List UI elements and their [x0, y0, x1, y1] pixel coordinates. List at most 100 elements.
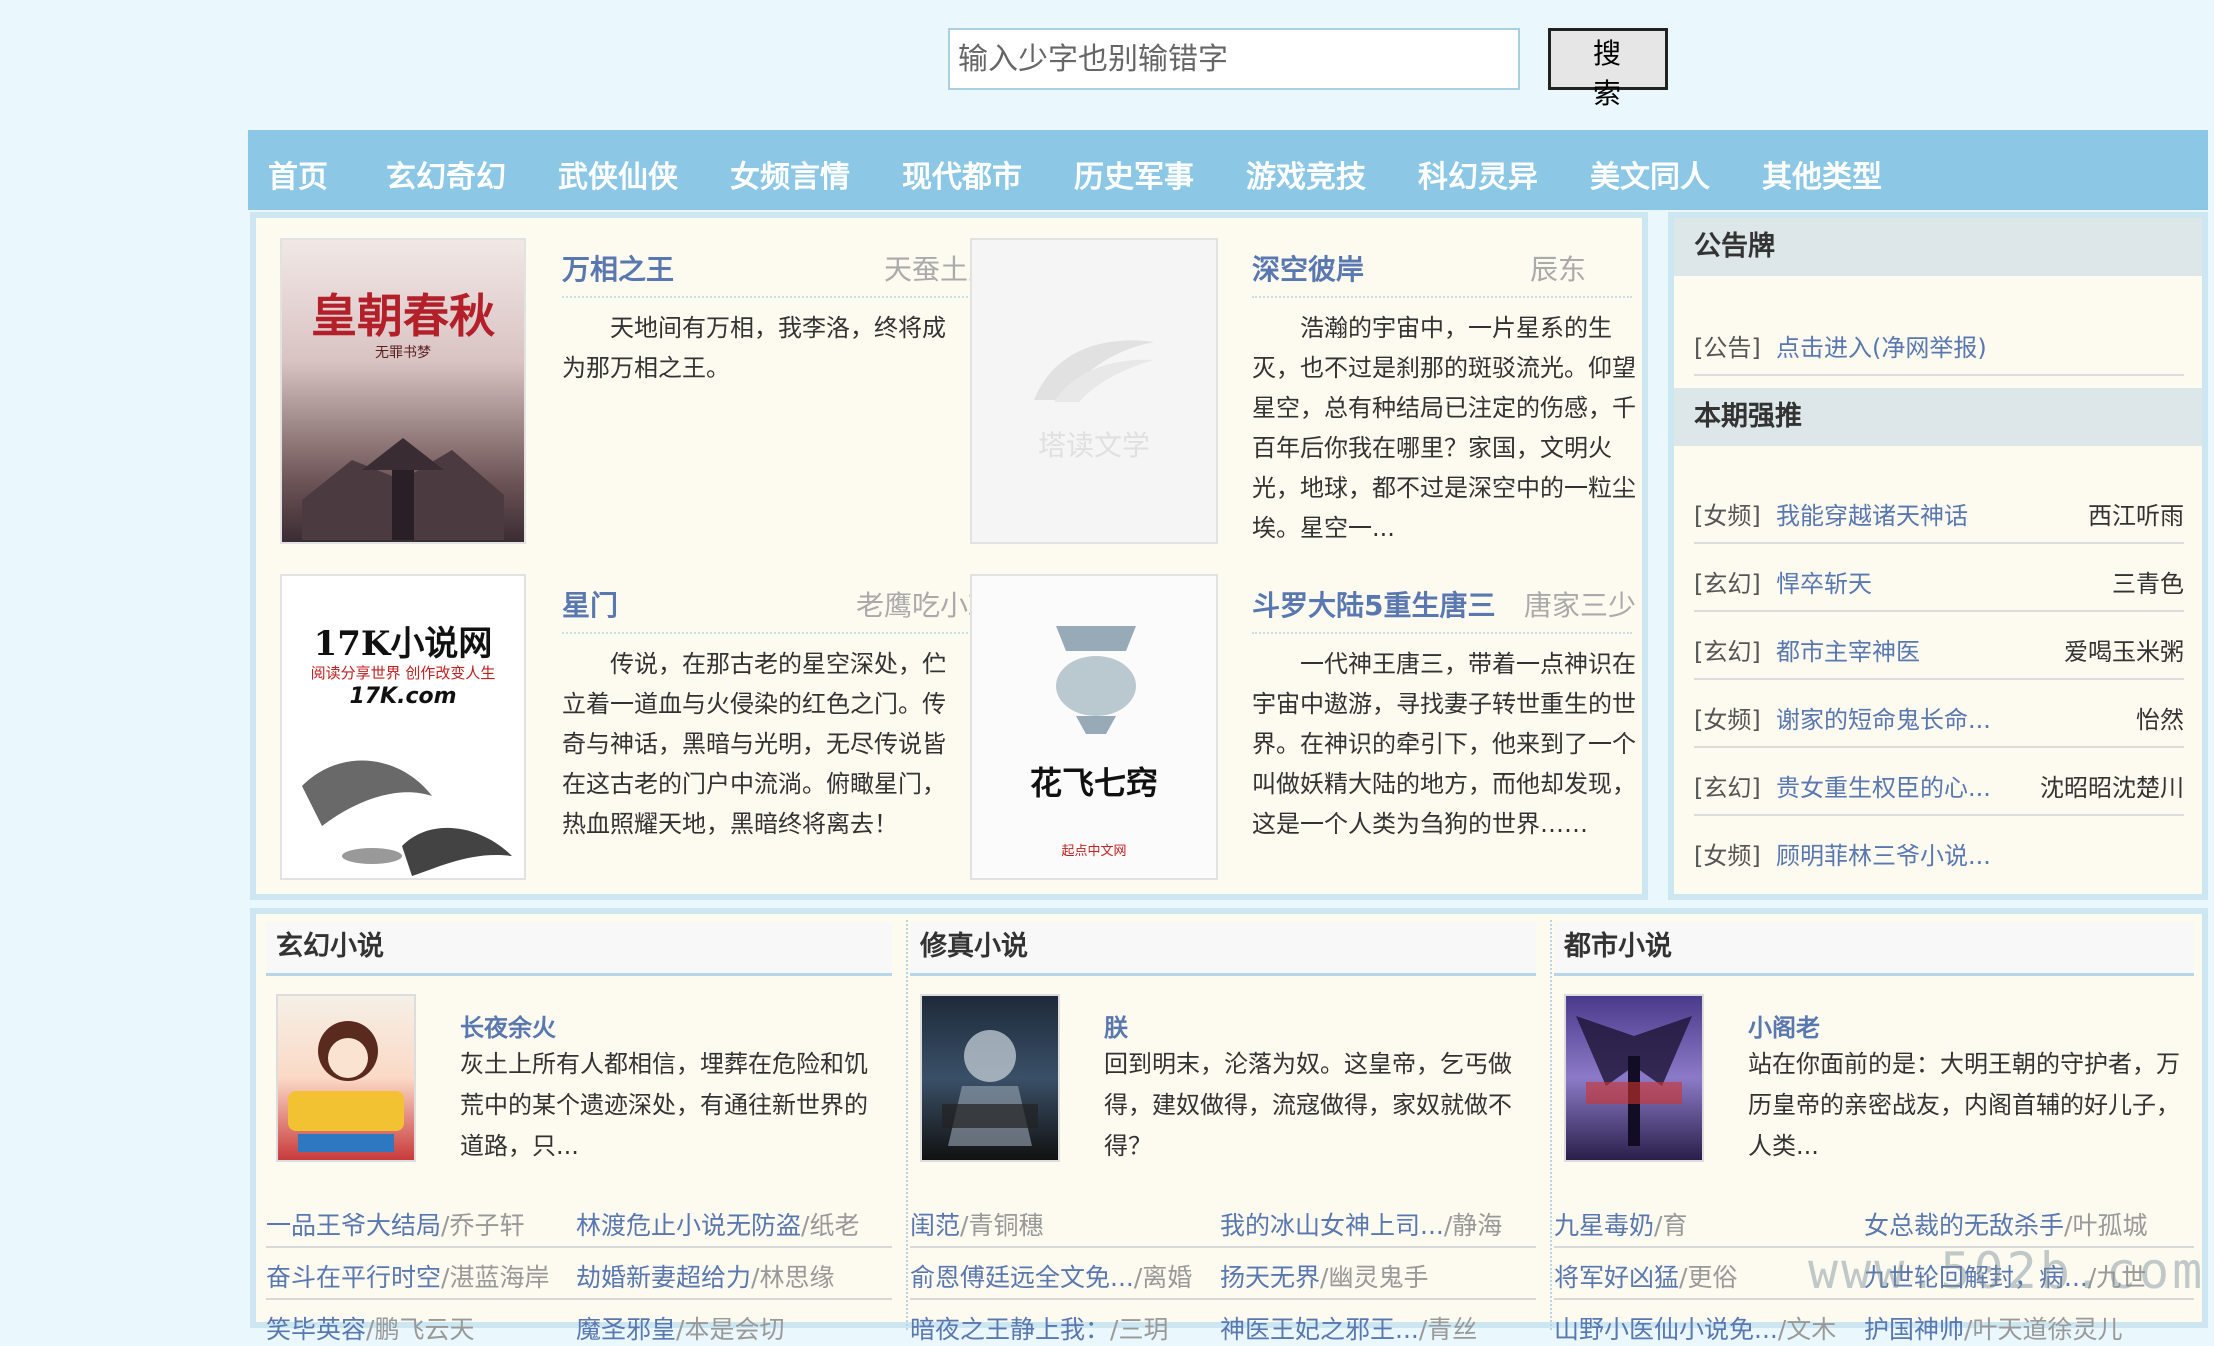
link-title[interactable]: 神医王妃之邪王... — [1220, 1315, 1419, 1344]
list-item[interactable]: 奋斗在平行时空/湛蓝海岸 — [266, 1258, 549, 1294]
book-author[interactable]: 唐家三少 — [1506, 584, 1636, 624]
nav-fanfic[interactable]: 美文同人 — [1590, 152, 1710, 196]
search-button[interactable]: 搜 索 — [1548, 28, 1668, 110]
nav-other[interactable]: 其他类型 — [1762, 152, 1882, 196]
recommend-item[interactable]: [玄幻] 悍卒斩天 三青色 — [1694, 544, 2184, 612]
link-title[interactable]: 俞恩傅廷远全文免... — [910, 1263, 1134, 1292]
book-cover[interactable]: 皇朝春秋 无罪书梦 — [280, 238, 526, 544]
book-title[interactable]: 深空彼岸 — [1252, 248, 1364, 288]
nav-home[interactable]: 首页 — [268, 152, 328, 196]
link-author[interactable]: 湛蓝海岸 — [449, 1263, 549, 1292]
book-cover[interactable] — [1564, 994, 1704, 1162]
nav-romance[interactable]: 女频言情 — [730, 152, 850, 196]
nav-wuxia[interactable]: 武侠仙侠 — [558, 152, 678, 196]
item-author[interactable]: 三青色 — [2112, 564, 2184, 599]
link-author[interactable]: 青铜穗 — [968, 1211, 1043, 1240]
item-author[interactable]: 爱喝玉米粥 — [2064, 632, 2184, 667]
link-title[interactable]: 林渡危止小说无防盗 — [576, 1211, 801, 1240]
nav-games[interactable]: 游戏竞技 — [1246, 152, 1366, 196]
recommend-item[interactable]: [玄幻] 都市主宰神医 爱喝玉米粥 — [1694, 612, 2184, 680]
book-author[interactable]: 天蚕土豆 — [816, 248, 996, 288]
book-author[interactable]: 老鹰吃小鸡 — [796, 584, 996, 624]
book-title[interactable]: 长夜余火 — [460, 1008, 556, 1043]
link-title[interactable]: 暗夜之王静上我： — [910, 1315, 1110, 1344]
recommend-item[interactable]: [女频] 谢家的短命鬼长命... 怡然 — [1694, 680, 2184, 748]
link-title[interactable]: 护国神帅 — [1864, 1315, 1964, 1344]
book-author[interactable]: 辰东 — [1456, 248, 1586, 288]
link-author[interactable]: 育 — [1662, 1211, 1687, 1240]
list-item[interactable]: 暗夜之王静上我：/三玥 — [910, 1310, 1168, 1346]
item-title[interactable]: 贵女重生权臣的心... — [1776, 768, 1991, 803]
item-title[interactable]: 谢家的短命鬼长命... — [1776, 700, 1991, 735]
link-author[interactable]: 文木 — [1786, 1315, 1836, 1344]
book-cover[interactable]: 花飞七窍 起点中文网 — [970, 574, 1218, 880]
link-title[interactable]: 扬天无界 — [1220, 1263, 1320, 1292]
link-title[interactable]: 女总裁的无敌杀手 — [1864, 1211, 2064, 1240]
link-author[interactable]: 离婚 — [1142, 1263, 1192, 1292]
list-item[interactable]: 劫婚新妻超给力/林思缘 — [576, 1258, 834, 1294]
recommend-item[interactable]: [女频] 顾明菲林三爷小说... — [1694, 816, 2184, 884]
list-item[interactable]: 山野小医仙小说免.../文木 — [1554, 1310, 1836, 1346]
book-cover[interactable] — [920, 994, 1060, 1162]
link-author[interactable]: 鹏飞云天 — [374, 1315, 474, 1344]
notice-item[interactable]: [公告] 点击进入(净网举报) — [1694, 308, 2184, 376]
item-title[interactable]: 悍卒斩天 — [1776, 564, 1872, 599]
nav-scifi[interactable]: 科幻灵异 — [1418, 152, 1538, 196]
link-title[interactable]: 奋斗在平行时空 — [266, 1263, 441, 1292]
list-item[interactable]: 我的冰山女神上司.../静海 — [1220, 1206, 1502, 1242]
link-title[interactable]: 山野小医仙小说免... — [1554, 1315, 1778, 1344]
link-author[interactable]: 林思缘 — [759, 1263, 834, 1292]
nav-fantasy[interactable]: 玄幻奇幻 — [386, 152, 506, 196]
list-item[interactable]: 将军好凶猛/更俗 — [1554, 1258, 1737, 1294]
list-item[interactable]: 林渡危止小说无防盗/纸老 — [576, 1206, 859, 1242]
link-author[interactable]: 乔子轩 — [449, 1211, 524, 1240]
link-title[interactable]: 将军好凶猛 — [1554, 1263, 1679, 1292]
book-cover[interactable]: 塔读文学 — [970, 238, 1218, 544]
item-title[interactable]: 顾明菲林三爷小说... — [1776, 836, 1991, 871]
list-item[interactable]: 神医王妃之邪王.../青丝 — [1220, 1310, 1477, 1346]
search-input[interactable] — [948, 28, 1520, 90]
notice-link[interactable]: 点击进入(净网举报) — [1776, 328, 1987, 363]
book-title[interactable]: 万相之王 — [562, 248, 674, 288]
list-item[interactable]: 俞恩傅廷远全文免.../离婚 — [910, 1258, 1192, 1294]
book-cover[interactable] — [276, 994, 416, 1162]
list-item[interactable]: 一品王爷大结局/乔子轩 — [266, 1206, 524, 1242]
link-author[interactable]: 三玥 — [1118, 1315, 1168, 1344]
item-title[interactable]: 都市主宰神医 — [1776, 632, 1920, 667]
link-author[interactable]: 青丝 — [1427, 1315, 1477, 1344]
list-item[interactable]: 扬天无界/幽灵鬼手 — [1220, 1258, 1428, 1294]
nav-history[interactable]: 历史军事 — [1074, 152, 1194, 196]
nav-urban[interactable]: 现代都市 — [902, 152, 1022, 196]
book-title[interactable]: 朕 — [1104, 1008, 1128, 1043]
link-title[interactable]: 一品王爷大结局 — [266, 1211, 441, 1240]
link-author[interactable]: 幽灵鬼手 — [1328, 1263, 1428, 1292]
link-title[interactable]: 九星毒奶 — [1554, 1211, 1654, 1240]
link-author[interactable]: 静海 — [1452, 1211, 1502, 1240]
link-author[interactable]: 叶孤城 — [2072, 1211, 2147, 1240]
book-title[interactable]: 小阁老 — [1748, 1008, 1820, 1043]
recommend-item[interactable]: [女频] 我能穿越诸天神话 西江听雨 — [1694, 476, 2184, 544]
list-item[interactable]: 九星毒奶/育 — [1554, 1206, 1687, 1242]
book-title[interactable]: 斗罗大陆5重生唐三 — [1252, 584, 1495, 624]
item-author[interactable]: 怡然 — [2136, 700, 2184, 735]
link-author[interactable]: 纸老 — [809, 1211, 859, 1240]
book-cover[interactable]: 17K小说网 阅读分享世界 创作改变人生 17K.com — [280, 574, 526, 880]
link-author[interactable]: 更俗 — [1687, 1263, 1737, 1292]
list-item[interactable]: 女总裁的无敌杀手/叶孤城 — [1864, 1206, 2147, 1242]
link-title[interactable]: 闺范 — [910, 1211, 960, 1240]
link-title[interactable]: 魔圣邪皇 — [576, 1315, 676, 1344]
list-item[interactable]: 闺范/青铜穗 — [910, 1206, 1043, 1242]
link-title[interactable]: 笑毕英容 — [266, 1315, 366, 1344]
item-author[interactable]: 西江听雨 — [2088, 496, 2184, 531]
link-author[interactable]: 本是会切 — [684, 1315, 784, 1344]
list-item[interactable]: 护国神帅/叶天道徐灵儿 — [1864, 1310, 2122, 1346]
item-author[interactable]: 沈昭昭沈楚川 — [2040, 768, 2184, 803]
list-item[interactable]: 魔圣邪皇/本是会切 — [576, 1310, 784, 1346]
recommend-item[interactable]: [玄幻] 贵女重生权臣的心... 沈昭昭沈楚川 — [1694, 748, 2184, 816]
book-title[interactable]: 星门 — [562, 584, 618, 624]
link-author[interactable]: 叶天道徐灵儿 — [1972, 1315, 2122, 1344]
list-item[interactable]: 笑毕英容/鹏飞云天 — [266, 1310, 474, 1346]
link-title[interactable]: 劫婚新妻超给力 — [576, 1263, 751, 1292]
item-title[interactable]: 我能穿越诸天神话 — [1776, 496, 1968, 531]
link-title[interactable]: 我的冰山女神上司... — [1220, 1211, 1444, 1240]
